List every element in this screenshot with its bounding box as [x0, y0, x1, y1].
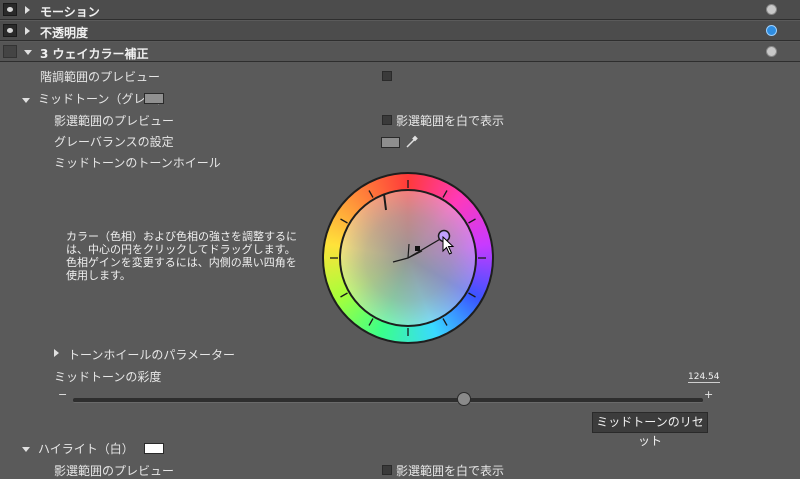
tonal-range-preview-checkbox[interactable] [382, 71, 392, 81]
reset-icon[interactable] [766, 46, 777, 57]
gain-square-handle[interactable] [415, 246, 420, 251]
balance-axis-line [392, 257, 409, 263]
midtone-saturation-label: ミッドトーンの彩度 [54, 370, 162, 384]
saturation-value[interactable]: 124.54 [688, 372, 720, 383]
expand-arrow-icon[interactable] [25, 6, 30, 14]
highlight-section-label[interactable]: ハイライト（白） [38, 440, 134, 457]
highlight-mask-white-label: 影選範囲を白で表示 [396, 464, 505, 478]
wheel-params-label[interactable]: トーンホイールのパラメーター [68, 346, 235, 363]
highlight-mask-white-checkbox[interactable] [382, 465, 392, 475]
arrow-cursor-icon [442, 236, 455, 255]
tone-wheel-label: ミッドトーンのトーンホイール [54, 156, 221, 170]
midtone-mask-preview-label: 影選範囲のプレビュー [54, 114, 175, 128]
midtone-color-swatch[interactable] [144, 93, 164, 104]
highlight-mask-preview-label: 影選範囲のプレビュー [54, 464, 175, 478]
effect-row-motion[interactable]: モーション [0, 0, 800, 20]
visibility-toggle-opacity[interactable] [3, 24, 17, 37]
highlight-color-swatch[interactable] [144, 443, 164, 454]
balance-axis-line [407, 243, 410, 259]
slider-max-label: + [704, 388, 714, 401]
effect-title-opacity: 不透明度 [40, 26, 89, 40]
midtone-mask-white-label: 影選範囲を白で表示 [396, 114, 505, 128]
hue-angle-marker[interactable] [383, 193, 387, 211]
visibility-toggle-motion[interactable] [3, 3, 17, 16]
slider-min-label: − [58, 388, 68, 401]
effect-row-three-way-color[interactable]: 3 ウェイカラー補正 [0, 42, 800, 62]
effect-title-motion: モーション [40, 5, 100, 19]
balance-vector-line [407, 237, 443, 259]
reset-icon[interactable] [766, 25, 777, 36]
expand-arrow-icon[interactable] [25, 27, 30, 35]
eye-icon [7, 28, 13, 33]
eye-icon [7, 7, 13, 12]
gray-balance-swatch[interactable] [381, 137, 400, 148]
wheel-overlay [330, 180, 486, 336]
midtone-mask-white-checkbox[interactable] [382, 115, 392, 125]
saturation-slider-thumb[interactable] [456, 392, 471, 406]
visibility-toggle-three-way-color[interactable] [3, 45, 17, 58]
effect-title-three-way-color: 3 ウェイカラー補正 [40, 47, 149, 61]
tone-wheel-help-text: カラー（色相）および色相の強さを調整するには、中心の円をクリックしてドラッグしま… [66, 230, 297, 282]
gray-balance-label: グレーバランスの設定 [54, 135, 174, 149]
highlight-collapse-icon[interactable] [22, 447, 30, 452]
tonal-range-preview-label: 階調範囲のプレビュー [40, 70, 161, 84]
effect-row-opacity[interactable]: 不透明度 [0, 21, 800, 41]
eyedropper-icon[interactable] [405, 135, 419, 149]
midtone-reset-button[interactable]: ミッドトーンのリセット [592, 412, 708, 448]
wheel-params-expand-icon[interactable] [54, 349, 59, 357]
saturation-slider-track[interactable] [73, 398, 703, 403]
collapse-arrow-icon[interactable] [24, 50, 32, 55]
midtone-collapse-icon[interactable] [22, 98, 30, 103]
reset-icon[interactable] [766, 4, 777, 15]
